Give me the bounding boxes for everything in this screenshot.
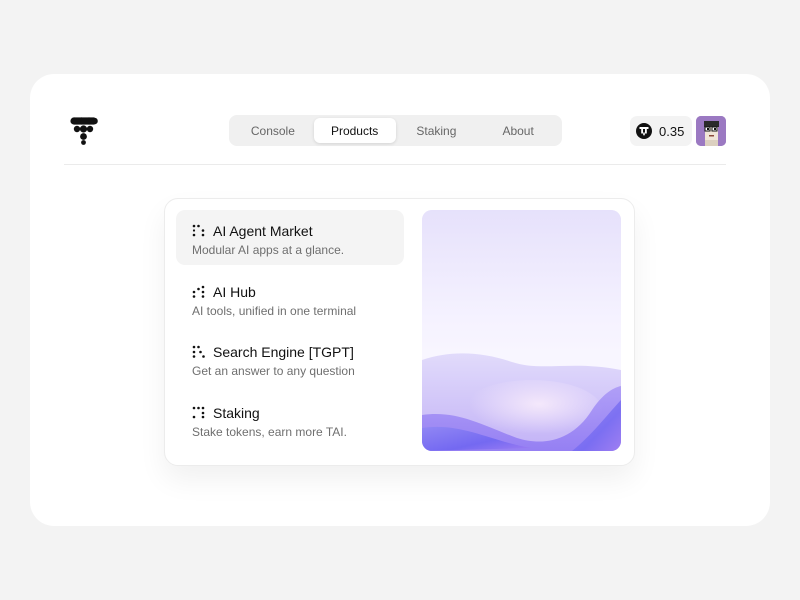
tab-staking[interactable]: Staking — [396, 118, 478, 143]
menu-item-title: Staking — [213, 405, 260, 422]
menu-item-description: Modular AI apps at a glance. — [192, 243, 345, 257]
dots-icon — [192, 346, 205, 359]
menu-item-title: AI Hub — [213, 283, 256, 300]
menu-item-description: AI tools, unified in one terminal — [192, 303, 357, 318]
menu-item-ai-agent-market[interactable]: AI Agent Market Modular AI apps at a gla… — [176, 210, 404, 265]
dots-icon — [192, 285, 205, 298]
menu-item-description: Stake tokens, earn more TAI. — [192, 425, 347, 440]
avatar[interactable] — [696, 116, 726, 146]
header-divider — [64, 164, 726, 165]
token-icon — [636, 123, 652, 139]
tab-products[interactable]: Products — [313, 118, 396, 143]
menu-item-title: Search Engine [TGPT] — [213, 344, 354, 361]
dots-icon — [192, 406, 205, 419]
menu-item-description: Get an answer to any question — [192, 364, 355, 379]
tai-logo-icon[interactable] — [70, 117, 98, 145]
menu-item-staking[interactable]: Staking Stake tokens, earn more TAI. — [176, 392, 404, 447]
tab-about[interactable]: About — [477, 118, 559, 143]
products-menu: AI Agent Market Modular AI apps at a gla… — [176, 210, 404, 453]
product-preview-image — [422, 210, 621, 451]
main-nav: Console Products Staking About — [229, 115, 562, 146]
tab-console[interactable]: Console — [232, 118, 314, 143]
dots-icon — [192, 224, 205, 237]
menu-item-ai-hub[interactable]: AI Hub AI tools, unified in one terminal — [176, 271, 404, 326]
menu-item-title: AI Agent Market — [213, 223, 313, 239]
menu-item-search-engine[interactable]: Search Engine [TGPT] Get an answer to an… — [176, 331, 404, 386]
balance-value: 0.35 — [659, 123, 685, 139]
balance-badge[interactable]: 0.35 — [630, 116, 692, 146]
